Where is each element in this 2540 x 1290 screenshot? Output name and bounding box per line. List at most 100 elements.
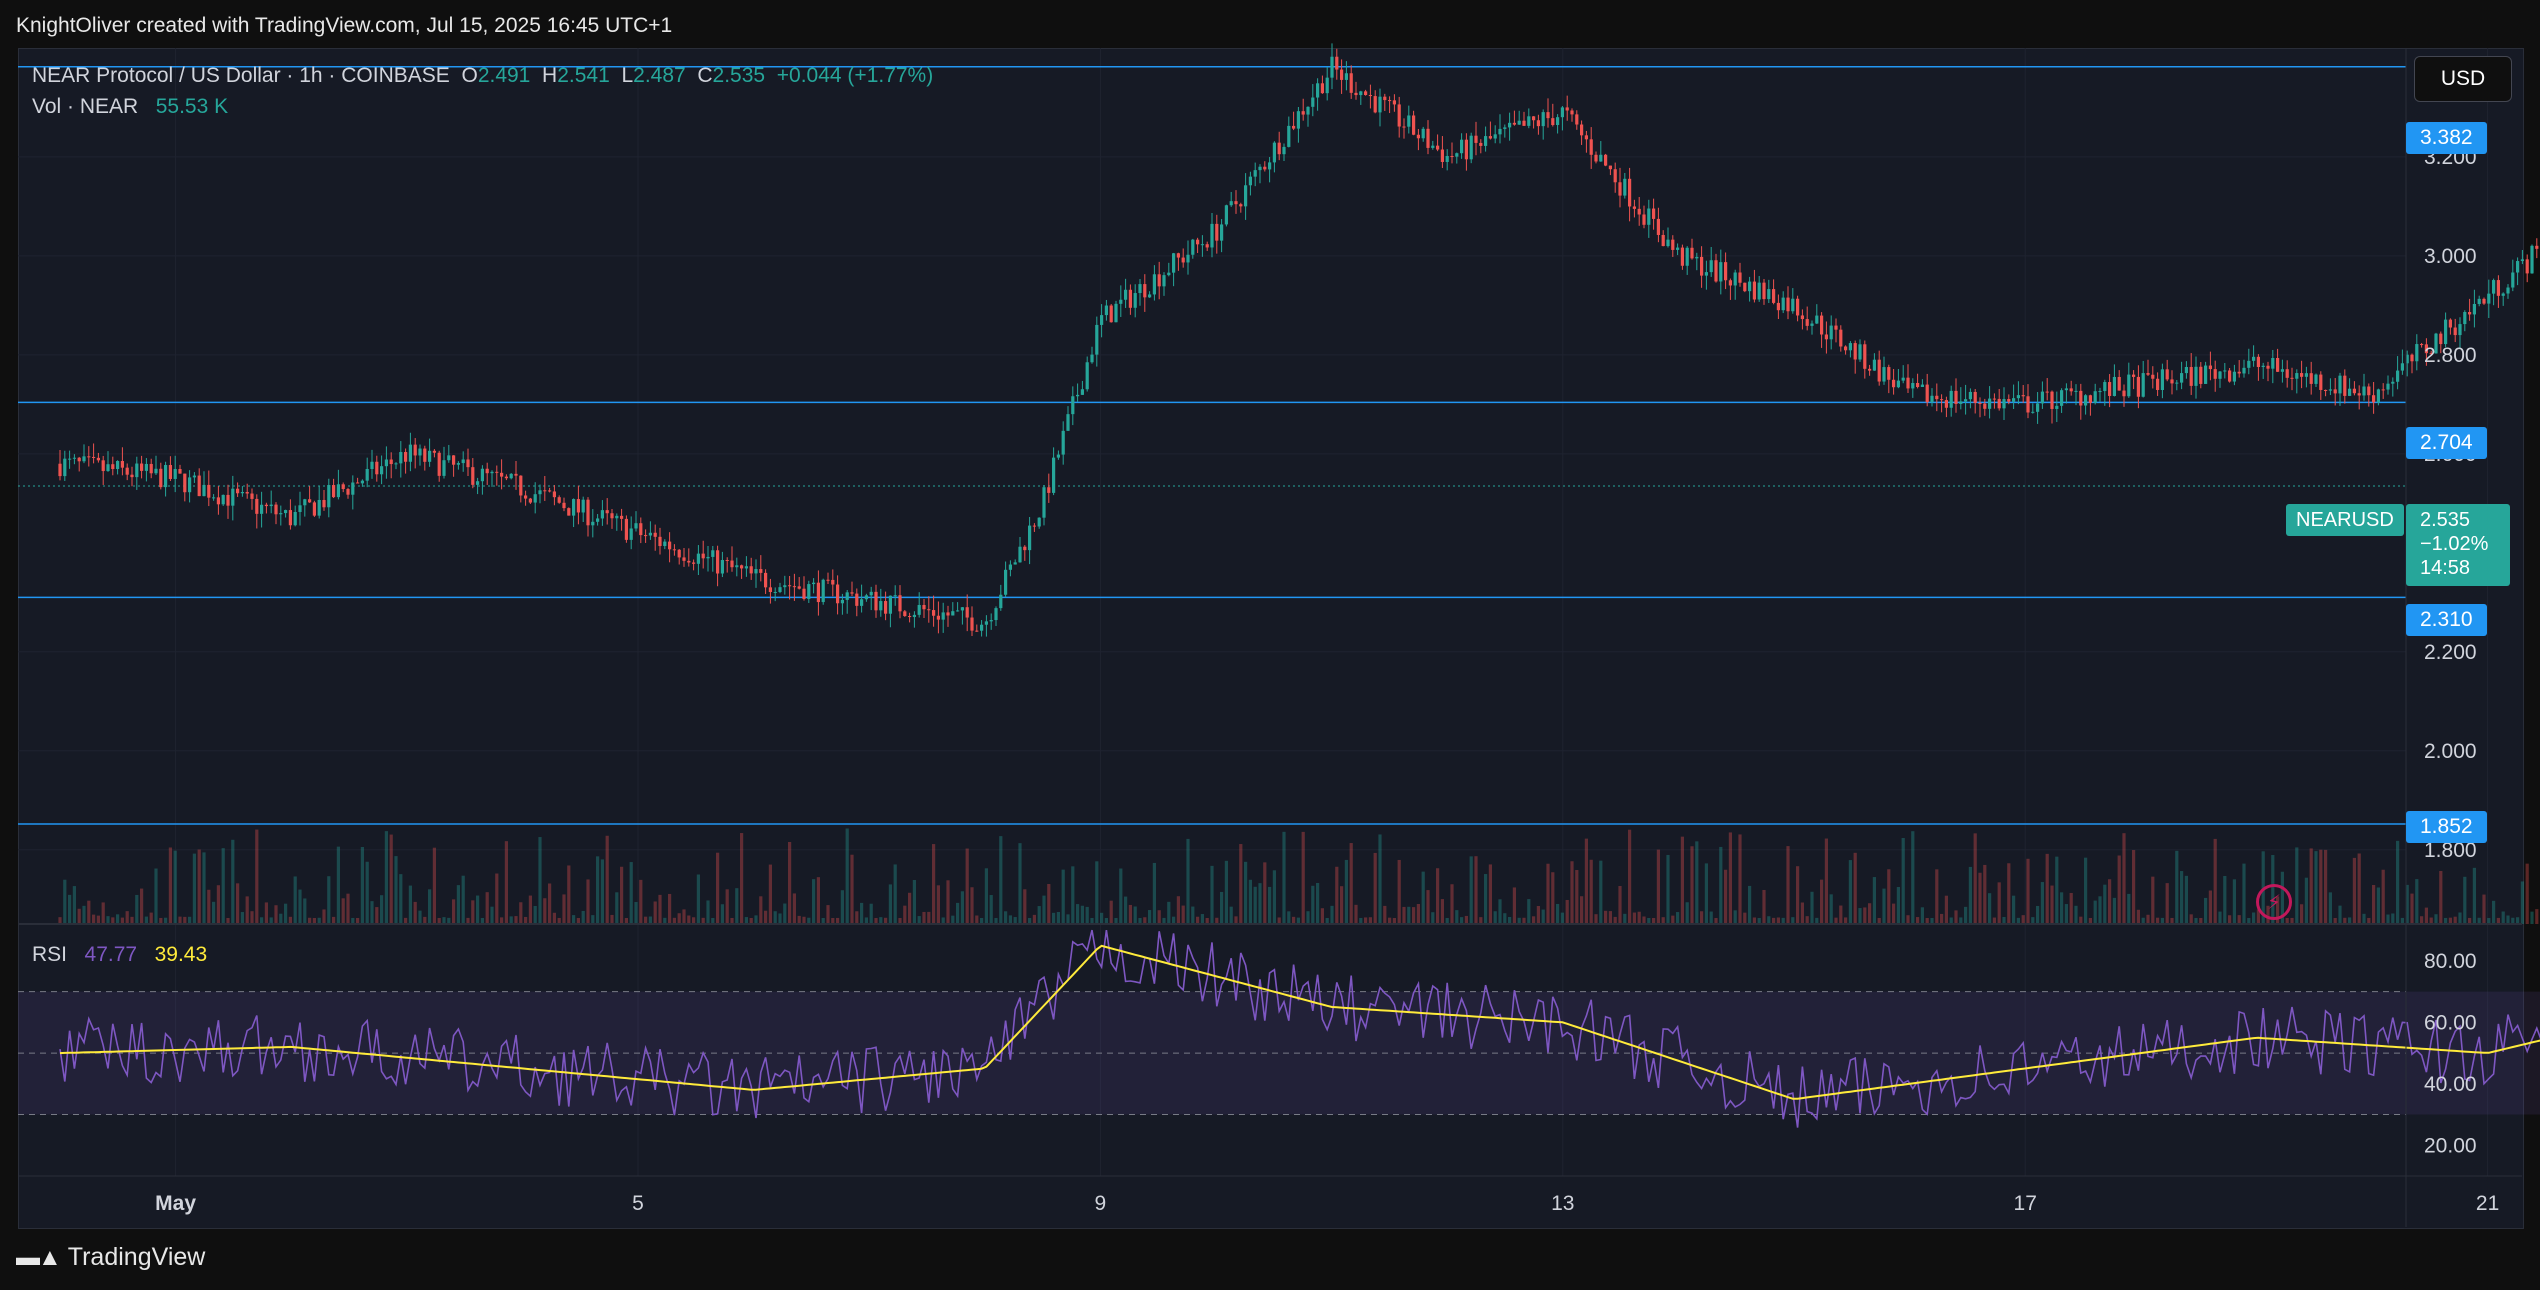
- candle-body: [1565, 107, 1569, 111]
- candle-body: [1335, 56, 1339, 70]
- volume-bar: [2314, 851, 2318, 924]
- candle-body: [2463, 312, 2467, 325]
- candle-body: [471, 467, 475, 485]
- candle-body: [1680, 247, 1684, 266]
- candle-body: [2477, 298, 2481, 304]
- candle-body: [2453, 327, 2457, 336]
- volume-bar: [1911, 831, 1915, 924]
- candle-body: [308, 499, 312, 503]
- volume-bar: [1762, 889, 1766, 924]
- volume-bar: [1800, 902, 1804, 924]
- volume-bar: [2535, 909, 2539, 924]
- candle-body: [2376, 389, 2380, 403]
- candle-body: [317, 499, 321, 516]
- volume-bar: [216, 885, 220, 924]
- candle-body: [1148, 294, 1152, 298]
- candle-body: [1416, 134, 1420, 139]
- candle-body: [1704, 272, 1708, 276]
- candle-body: [860, 599, 864, 606]
- candle-body: [1484, 136, 1488, 146]
- volume-bar: [908, 892, 912, 924]
- chart-canvas[interactable]: 3.2003.0002.8002.6002.2002.0001.80080.00…: [0, 0, 2540, 1290]
- candle-body: [1066, 414, 1070, 431]
- candle-body: [1119, 299, 1123, 304]
- volume-bar: [1810, 891, 1814, 924]
- candle-body: [2444, 319, 2448, 345]
- candle-body: [375, 461, 379, 475]
- volume-bar: [1666, 854, 1670, 924]
- volume-bar: [442, 917, 446, 924]
- candle-body: [903, 611, 907, 617]
- candle-body: [2079, 390, 2083, 406]
- volume-bar: [2146, 914, 2150, 924]
- candle-body: [2218, 371, 2222, 379]
- volume-bar: [274, 905, 278, 924]
- volume-bar: [1954, 910, 1958, 924]
- volume-bar: [2242, 863, 2246, 924]
- candle-body: [1272, 142, 1276, 163]
- volume-bar: [485, 892, 489, 924]
- candle-body: [1388, 100, 1392, 102]
- volume-bar: [2074, 905, 2078, 924]
- volume-bar: [476, 895, 480, 924]
- volume-bar: [1570, 861, 1574, 924]
- candle-body: [2002, 399, 2006, 409]
- volume-bar: [413, 901, 417, 924]
- candle-body: [2415, 344, 2419, 362]
- volume-bar: [1512, 887, 1516, 924]
- candle-body: [1052, 457, 1056, 493]
- candle-body: [240, 491, 244, 494]
- volume-bar: [284, 903, 288, 924]
- candle-body: [2060, 390, 2064, 406]
- candle-body: [111, 464, 115, 470]
- candle-body: [202, 484, 206, 497]
- volume-bar: [1220, 891, 1224, 924]
- volume-bar: [1311, 885, 1315, 924]
- candle-body: [2343, 375, 2347, 396]
- volume-bar: [2501, 911, 2505, 924]
- volume-bar: [140, 888, 144, 924]
- volume-bar: [68, 894, 72, 924]
- candle-body: [394, 463, 398, 465]
- volume-bar: [1431, 912, 1435, 924]
- volume-bar: [2055, 856, 2059, 924]
- candle-body: [2088, 395, 2092, 403]
- candle-body: [2348, 388, 2352, 396]
- volume-bar: [264, 902, 268, 924]
- candle-body: [1724, 262, 1728, 281]
- volume-bar: [2093, 900, 2097, 924]
- candle-body: [1037, 517, 1041, 527]
- volume-bar: [1023, 889, 1027, 924]
- candle-body: [1162, 275, 1166, 287]
- candle-body: [1743, 282, 1747, 292]
- candle-body: [1786, 297, 1790, 312]
- candle-body: [1479, 142, 1483, 146]
- candle-body: [965, 607, 969, 618]
- volume-bar: [754, 915, 758, 924]
- volume-bar: [682, 909, 686, 924]
- candle-body: [87, 456, 91, 458]
- candle-body: [356, 482, 360, 484]
- volume-bar: [1724, 869, 1728, 924]
- candle-body: [845, 592, 849, 600]
- volume-bar: [2098, 896, 2102, 924]
- volume-bar: [2204, 897, 2208, 924]
- volume-bar: [1349, 843, 1353, 924]
- volume-bar: [1983, 864, 1987, 924]
- candle-body: [2400, 363, 2404, 371]
- candle-body: [1556, 117, 1560, 126]
- volume-bar: [768, 864, 772, 924]
- volume-bar: [735, 888, 739, 924]
- volume-bar: [1685, 902, 1689, 924]
- volume-bar: [279, 913, 283, 924]
- volume-bar: [1407, 906, 1411, 924]
- volume-bar: [2386, 914, 2390, 924]
- candle-body: [2396, 370, 2400, 382]
- candle-body: [2228, 370, 2232, 382]
- candle-body: [2084, 395, 2088, 406]
- candle-body: [2208, 365, 2212, 370]
- candle-body: [2064, 388, 2068, 391]
- volume-bar: [975, 915, 979, 924]
- volume-bar: [903, 905, 907, 924]
- candle-body: [1436, 145, 1440, 150]
